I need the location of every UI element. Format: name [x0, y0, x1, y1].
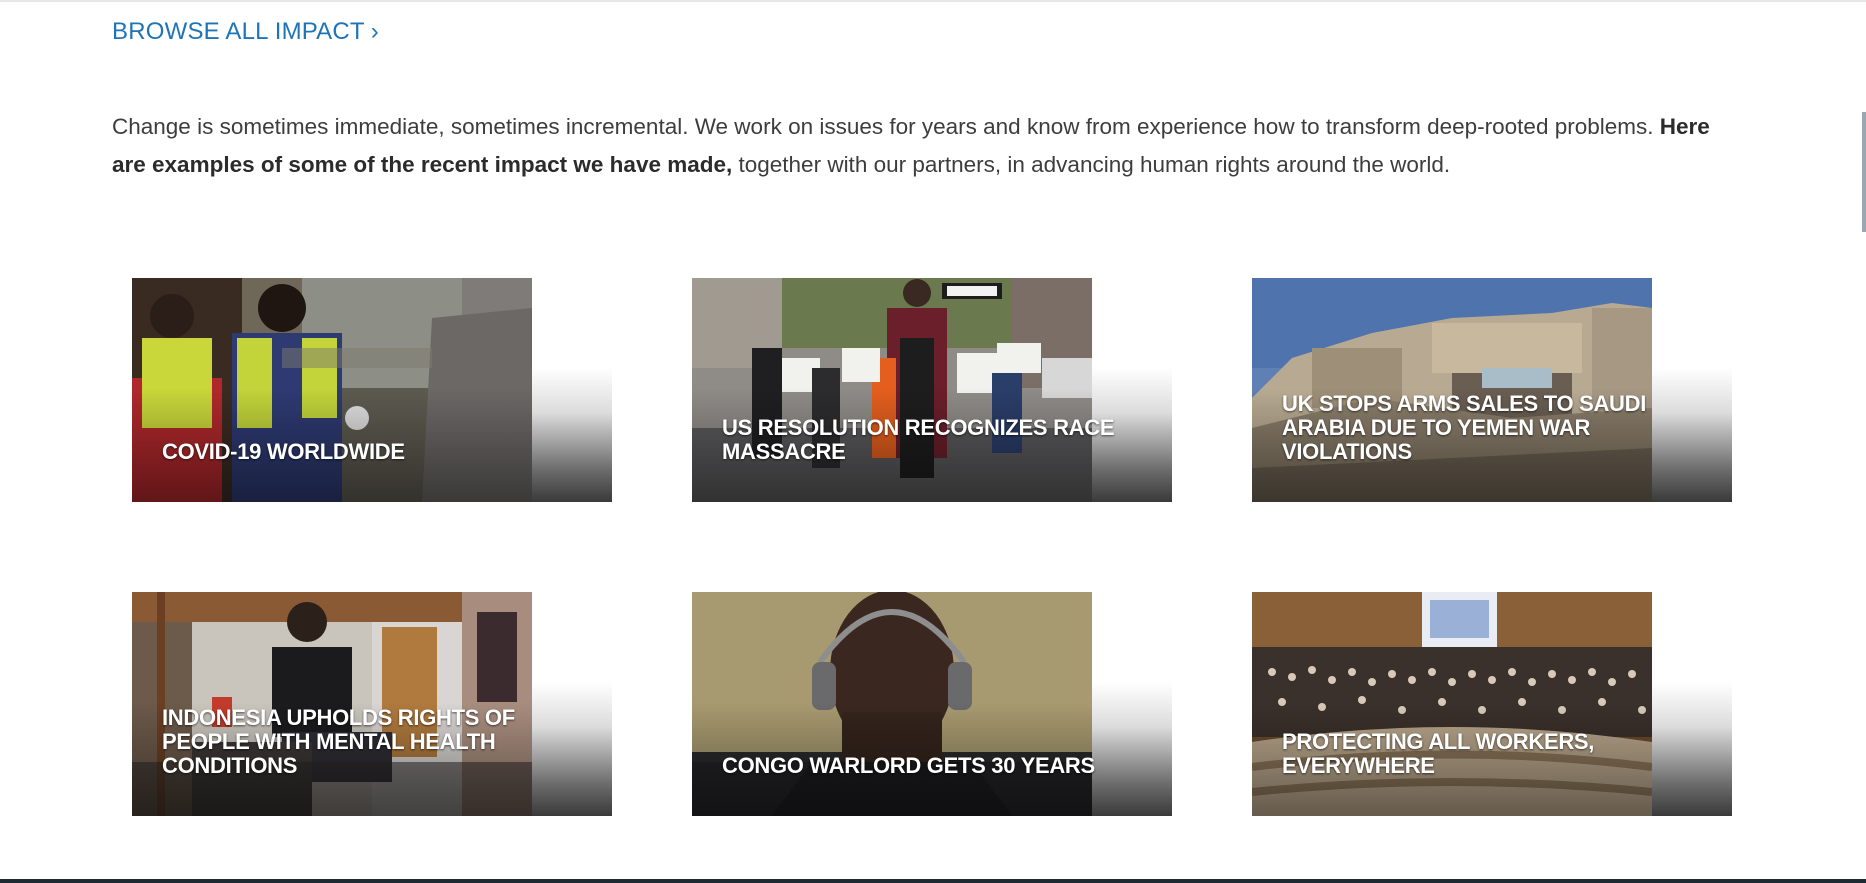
impact-card-race-massacre[interactable]: US RESOLUTION RECOGNIZES RACE MASSACRE: [692, 278, 1172, 502]
browse-all-impact-link[interactable]: BROWSE ALL IMPACT ›: [112, 18, 379, 46]
card-title: PROTECTING ALL WORKERS, EVERYWHERE: [1282, 729, 1595, 778]
browse-label: BROWSE ALL IMPACT: [112, 18, 365, 45]
impact-card-workers[interactable]: PROTECTING ALL WORKERS, EVERYWHERE: [1252, 592, 1732, 816]
card-title: COVID-19 WORLDWIDE: [162, 439, 405, 464]
chevron-right-icon: ›: [370, 18, 379, 45]
card-fade-panel: [1092, 592, 1172, 816]
card-title: US RESOLUTION RECOGNIZES RACE MASSACRE: [722, 415, 1115, 464]
intro-text-2: together with our partners, in advancing…: [732, 152, 1451, 177]
card-fade-panel: [1092, 278, 1172, 502]
top-divider: [0, 0, 1866, 2]
card-title: INDONESIA UPHOLDS RIGHTS OF PEOPLE WITH …: [162, 705, 515, 778]
footer-edge: [0, 879, 1866, 883]
impact-card-indonesia[interactable]: INDONESIA UPHOLDS RIGHTS OF PEOPLE WITH …: [132, 592, 612, 816]
card-title: UK STOPS ARMS SALES TO SAUDI ARABIA DUE …: [1282, 391, 1647, 464]
impact-card-covid[interactable]: COVID-19 WORLDWIDE: [132, 278, 612, 502]
scrollbar[interactable]: [1862, 112, 1866, 232]
impact-card-congo[interactable]: CONGO WARLORD GETS 30 YEARS: [692, 592, 1172, 816]
impact-card-uk-arms[interactable]: UK STOPS ARMS SALES TO SAUDI ARABIA DUE …: [1252, 278, 1732, 502]
card-fade-panel: [532, 592, 612, 816]
intro-paragraph: Change is sometimes immediate, sometimes…: [112, 108, 1732, 184]
intro-text-1: Change is sometimes immediate, sometimes…: [112, 114, 1660, 139]
card-fade-panel: [1652, 278, 1732, 502]
card-fade-panel: [1652, 592, 1732, 816]
card-fade-panel: [532, 278, 612, 502]
card-title: CONGO WARLORD GETS 30 YEARS: [722, 753, 1095, 778]
